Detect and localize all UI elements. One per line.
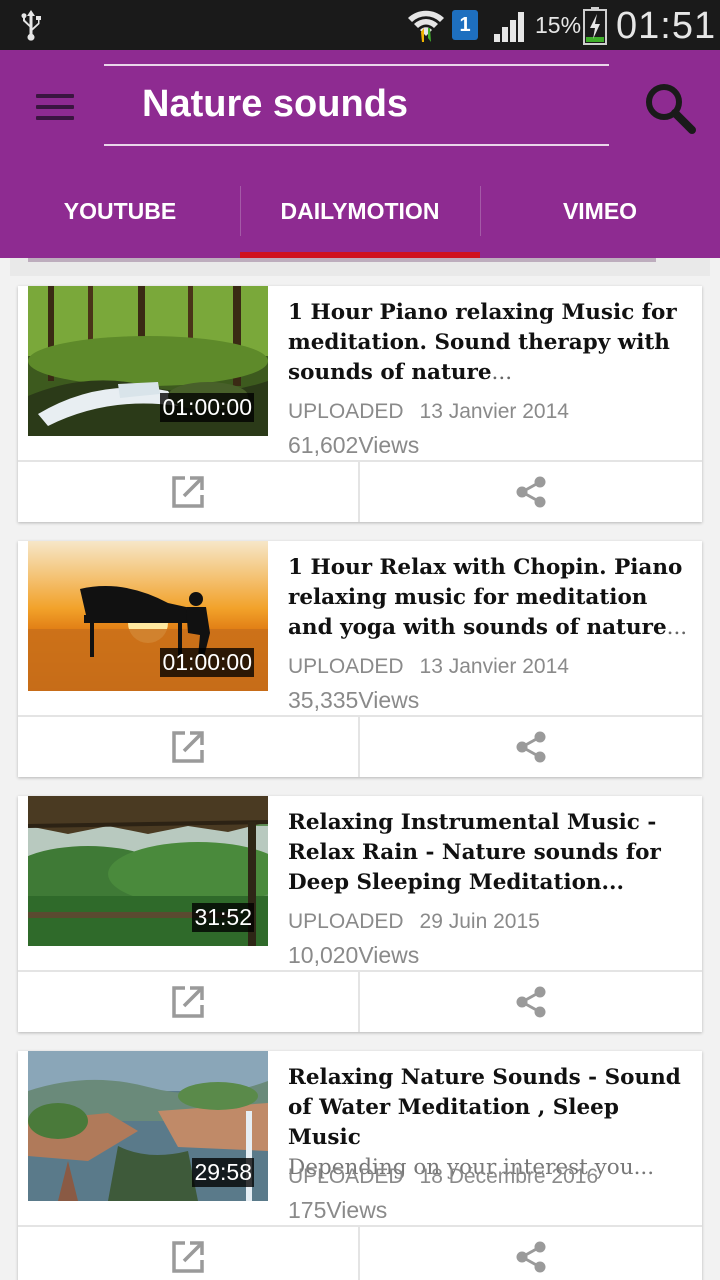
open-external-icon [172,1241,204,1273]
card-actions [18,460,702,522]
uploaded-date: 18 Décembre 2016 [419,1165,599,1188]
share-icon [516,731,546,763]
video-upload-meta: UPLOADED 13 Janvier 2014 [288,655,569,679]
share-button[interactable] [360,972,702,1032]
video-title-text: Relaxing Instrumental Music - Relax Rain… [288,810,661,895]
video-thumbnail[interactable]: 29:58 [28,1051,268,1201]
card-actions [18,970,702,1032]
video-upload-meta: UPLOADED 13 Janvier 2014 [288,400,569,424]
video-duration: 31:52 [192,903,254,932]
open-button[interactable] [18,1227,360,1280]
video-thumbnail[interactable]: 01:00:00 [28,541,268,691]
wifi-icon [408,10,444,42]
video-thumbnail[interactable]: 01:00:00 [28,286,268,436]
video-title[interactable]: 1 Hour Piano relaxing Music for meditati… [288,298,688,388]
title-box: Nature sounds [104,64,609,146]
tab-dailymotion[interactable]: DAILYMOTION [240,178,480,258]
video-views: 10,020Views [288,942,420,968]
page-title: Nature sounds [142,83,409,125]
video-upload-meta: UPLOADED 18 Décembre 2016 [288,1165,598,1189]
open-button[interactable] [18,972,360,1032]
video-title[interactable]: 1 Hour Relax with Chopin. Piano relaxing… [288,553,688,643]
status-bar: 1 15% 01:51 [0,0,720,50]
search-icon[interactable] [642,80,698,136]
video-card[interactable]: 01:00:00 1 Hour Relax with Chopin. Piano… [18,541,702,777]
video-duration: 01:00:00 [160,393,254,422]
usb-icon [21,10,41,41]
share-button[interactable] [360,1227,702,1280]
card-actions [18,715,702,777]
video-title[interactable]: Relaxing Instrumental Music - Relax Rain… [288,808,688,898]
uploaded-date: 29 Juin 2015 [419,910,540,933]
uploaded-date: 13 Janvier 2014 [419,400,569,423]
clock: 01:51 [616,5,717,47]
title-ellipsis: ... [666,615,688,640]
card-actions [18,1225,702,1280]
video-views: 35,335Views [288,687,420,713]
uploaded-date: 13 Janvier 2014 [419,655,569,678]
video-duration: 29:58 [192,1158,254,1187]
uploaded-label: UPLOADED [288,655,404,678]
uploaded-label: UPLOADED [288,1165,404,1188]
video-title-text: 1 Hour Piano relaxing Music for meditati… [288,300,677,385]
battery-percent: 15% [535,12,582,38]
video-title-text: Relaxing Nature Sounds - Sound of Water … [288,1065,681,1150]
share-icon [516,1241,546,1273]
uploaded-label: UPLOADED [288,400,404,423]
video-upload-meta: UPLOADED 29 Juin 2015 [288,910,540,934]
video-views: 61,602Views [288,432,420,458]
open-button[interactable] [18,462,360,522]
open-button[interactable] [18,717,360,777]
battery-charging-icon [583,7,607,45]
video-card[interactable]: 01:00:00 1 Hour Piano relaxing Music for… [18,286,702,522]
signal-icon [494,12,524,42]
video-card[interactable]: 31:52 Relaxing Instrumental Music - Rela… [18,796,702,1032]
share-icon [516,986,546,1018]
share-button[interactable] [360,717,702,777]
title-ellipsis: ... [491,360,513,385]
share-button[interactable] [360,462,702,522]
share-icon [516,476,546,508]
video-duration: 01:00:00 [160,648,254,677]
video-views: 175Views [288,1197,388,1223]
list-top-divider [28,258,656,262]
hamburger-menu-icon[interactable] [30,86,80,130]
video-card[interactable]: 29:58 Relaxing Nature Sounds - Sound of … [18,1051,702,1280]
app-bar: Nature sounds YOUTUBE DAILYMOTION VIMEO [0,50,720,258]
uploaded-label: UPLOADED [288,910,404,933]
tab-vimeo[interactable]: VIMEO [480,178,720,258]
video-title-text: 1 Hour Relax with Chopin. Piano relaxing… [288,555,683,640]
video-thumbnail[interactable]: 31:52 [28,796,268,946]
sim-icon: 1 [452,10,478,40]
open-external-icon [172,986,204,1018]
open-external-icon [172,731,204,763]
tab-youtube[interactable]: YOUTUBE [0,178,240,258]
open-external-icon [172,476,204,508]
tab-bar: YOUTUBE DAILYMOTION VIMEO [0,178,720,258]
